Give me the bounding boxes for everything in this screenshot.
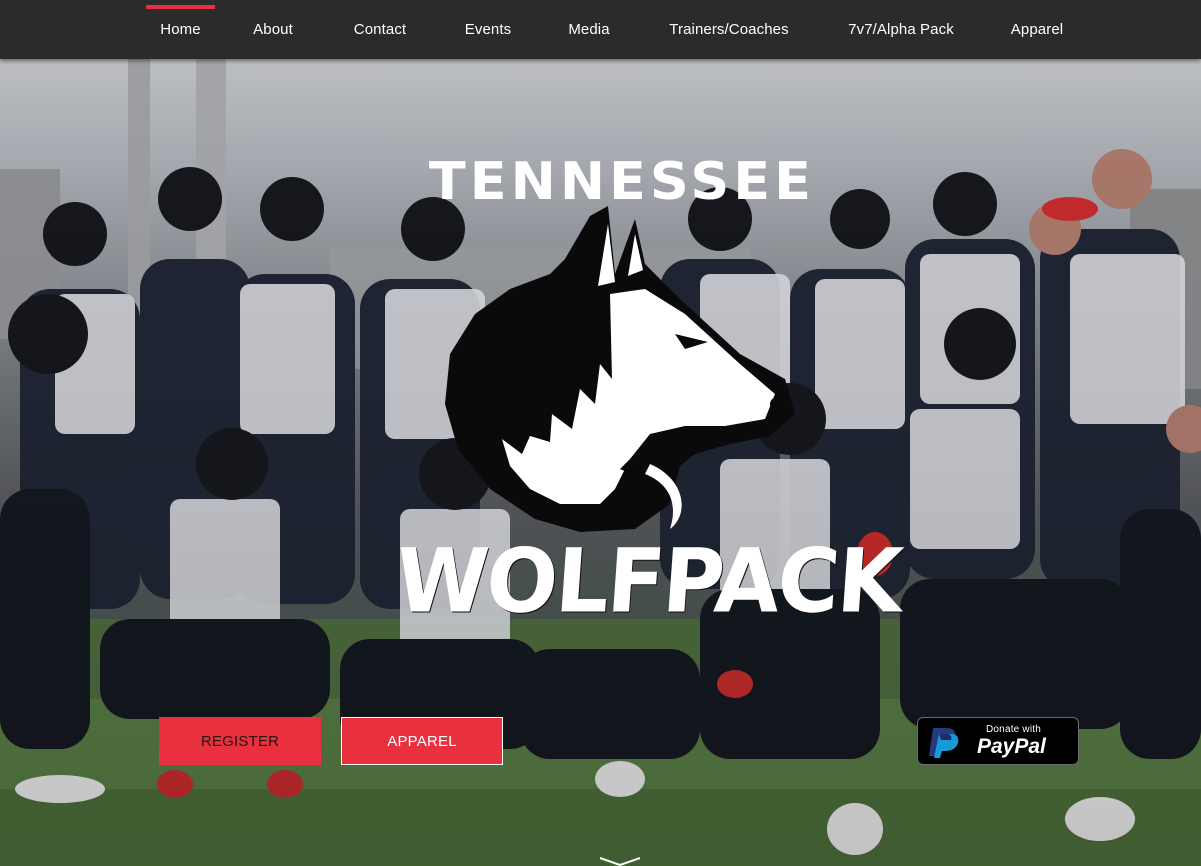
paypal-donate-text: Donate with — [986, 724, 1042, 735]
nav-item-events[interactable]: Events — [457, 0, 519, 59]
nav-item-contact[interactable]: Contact — [343, 0, 417, 59]
chevron-down-icon[interactable] — [598, 857, 642, 866]
nav-item-media[interactable]: Media — [559, 0, 619, 59]
nav-item-apparel[interactable]: Apparel — [1002, 0, 1072, 59]
logo-top-text: TENNESSEE — [428, 151, 816, 212]
nav-item-about[interactable]: About — [244, 0, 302, 59]
paypal-donate-button[interactable]: Donate with PayPal — [917, 717, 1079, 765]
hero-section: TENNESSEE WOLFPACK REGISTER APPAREL Dona… — [0, 59, 1201, 866]
apparel-button[interactable]: APPAREL — [341, 717, 503, 765]
paypal-brand-text: PayPal — [977, 735, 1046, 758]
nav-item-trainers-coaches[interactable]: Trainers/Coaches — [659, 0, 799, 59]
main-nav: Home About Contact Events Media Trainers… — [0, 0, 1201, 59]
nav-item-7v7-alpha-pack[interactable]: 7v7/Alpha Pack — [840, 0, 962, 59]
register-button[interactable]: REGISTER — [159, 717, 321, 765]
paypal-logo-icon — [929, 728, 959, 758]
wolf-head-icon — [445, 206, 795, 532]
logo-bottom-text: WOLFPACK — [392, 529, 905, 633]
nav-item-home[interactable]: Home — [146, 0, 215, 59]
